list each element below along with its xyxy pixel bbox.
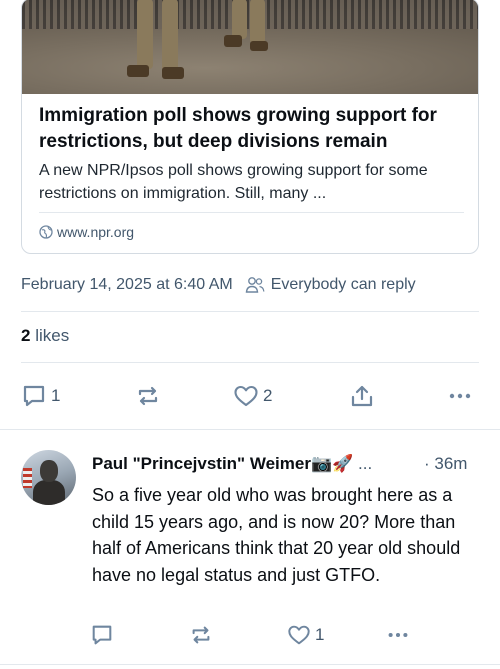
reply-author-name: Paul "Princejvstin" Weimer📷🚀: [92, 454, 354, 473]
reply-time[interactable]: · 36m: [424, 454, 467, 474]
likes-count[interactable]: 2 likes: [21, 326, 69, 346]
reply-actions: 1: [0, 620, 500, 650]
reply-icon: [92, 625, 112, 645]
reply-reply-button[interactable]: [90, 620, 114, 650]
share-icon: [351, 385, 373, 407]
share-button[interactable]: [349, 381, 375, 411]
reply-author[interactable]: Paul "Princejvstin" Weimer📷🚀 ...: [92, 454, 412, 476]
avatar[interactable]: [21, 450, 76, 505]
divider: [0, 429, 500, 430]
repost-button[interactable]: [135, 381, 161, 411]
more-icon: [388, 632, 408, 638]
more-icon: [449, 393, 471, 399]
reply-repost-button[interactable]: [189, 620, 213, 650]
likes-label: likes: [35, 326, 70, 345]
author-ellipsis: ...: [353, 454, 373, 473]
repost-icon: [138, 386, 158, 406]
reply-text: So a five year old who was brought here …: [92, 485, 461, 585]
likes-number: 2: [21, 326, 31, 345]
reply-like-button[interactable]: 1: [287, 620, 324, 650]
reply-icon: [23, 385, 45, 407]
link-card-domain-text: www.npr.org: [57, 224, 135, 240]
repost-icon: [192, 626, 210, 644]
like-count: 2: [263, 386, 273, 405]
heart-icon: [234, 385, 258, 407]
reply-button[interactable]: 1: [21, 381, 60, 411]
reply-setting: Everybody can reply: [245, 276, 416, 294]
divider: [0, 664, 500, 665]
divider: [21, 362, 479, 363]
link-card[interactable]: Immigration poll shows growing support f…: [21, 0, 479, 254]
link-card-title: Immigration poll shows growing support f…: [39, 105, 437, 152]
people-icon: [245, 277, 265, 293]
divider: [21, 311, 479, 312]
globe-icon: [39, 225, 53, 239]
reply-like-count: 1: [315, 625, 325, 644]
link-card-description: A new NPR/Ipsos poll shows growing suppo…: [39, 162, 428, 202]
link-card-domain: www.npr.org: [39, 223, 134, 241]
reply-count: 1: [51, 386, 61, 405]
post-actions: 1 2: [0, 381, 500, 411]
post-meta: February 14, 2025 at 6:40 AM Everybody c…: [21, 274, 416, 296]
like-button[interactable]: 2: [233, 381, 272, 411]
reply-more-button[interactable]: [386, 620, 410, 650]
heart-icon: [288, 625, 310, 645]
reply-setting-label: Everybody can reply: [270, 276, 416, 293]
link-card-thumbnail: [22, 0, 478, 94]
link-card-divider: [39, 212, 464, 213]
more-options-button[interactable]: [447, 381, 473, 411]
post-timestamp[interactable]: February 14, 2025 at 6:40 AM: [21, 276, 233, 294]
